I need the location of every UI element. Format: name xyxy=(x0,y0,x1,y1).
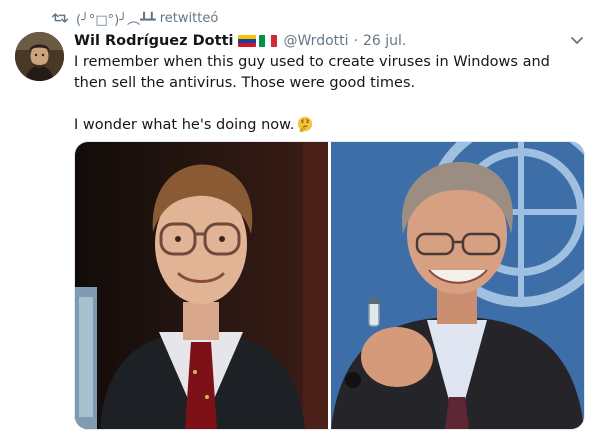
photo-right[interactable] xyxy=(331,142,584,429)
retweet-context: (╯°□°)╯︵┻┻ retwitteó xyxy=(52,9,219,28)
tweet-date[interactable]: 26 jul. xyxy=(363,33,406,49)
tweet-text-line-2-wrapper: I wonder what he's doing now. xyxy=(74,115,579,136)
tweet-text-line-1: I remember when this guy used to create … xyxy=(74,54,550,91)
flag-emojis xyxy=(238,35,278,47)
user-handle[interactable]: @Wrdotti xyxy=(283,33,348,49)
avatar[interactable] xyxy=(15,32,64,81)
tweet-media xyxy=(74,141,585,430)
avatar-image xyxy=(15,32,64,81)
tweet-header: Wil Rodríguez Dotti @Wrdotti · 26 jul. xyxy=(74,31,584,51)
retweeter-name[interactable]: (╯°□°)╯︵┻┻ xyxy=(76,9,156,28)
tweet-text-line-2: I wonder what he's doing now. xyxy=(74,117,295,133)
thinking-face-emoji-icon xyxy=(298,116,313,132)
retweet-label: retwitteó xyxy=(159,10,219,26)
venezuela-flag-icon xyxy=(238,35,257,47)
photo-left[interactable] xyxy=(75,142,328,429)
young-man-with-glasses-photo-icon xyxy=(75,142,328,429)
retweet-icon xyxy=(52,13,68,23)
italy-flag-icon xyxy=(259,35,278,47)
chevron-down-icon[interactable] xyxy=(570,36,584,46)
display-name[interactable]: Wil Rodríguez Dotti xyxy=(74,33,233,49)
older-man-holding-vial-photo-icon xyxy=(331,142,584,429)
separator-dot: · xyxy=(353,33,358,49)
tweet-text: I remember when this guy used to create … xyxy=(74,52,579,136)
